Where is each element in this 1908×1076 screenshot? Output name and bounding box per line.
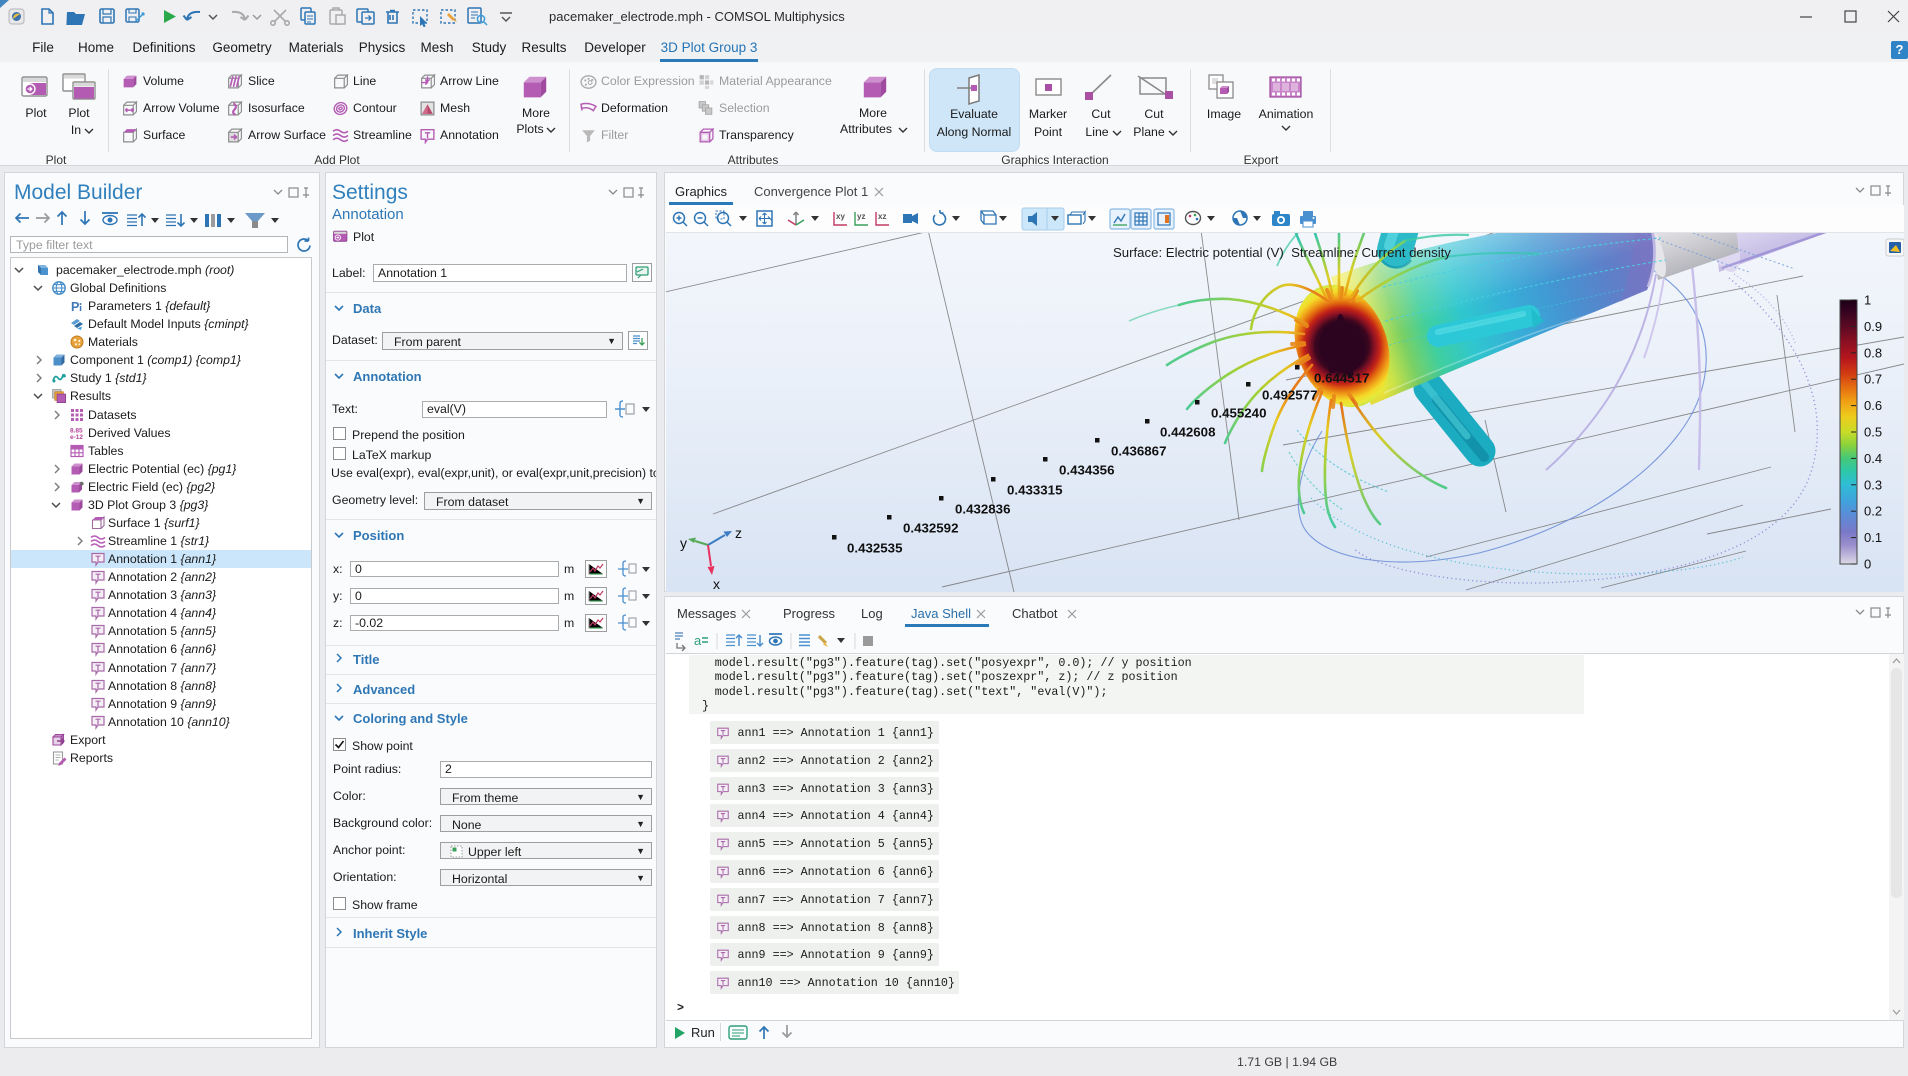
svg-text:0.5: 0.5 [1864,425,1882,440]
svg-text:0.4: 0.4 [1864,451,1882,466]
svg-text:z: z [735,525,742,541]
svg-text:yz: yz [857,212,865,221]
svg-text:0.432535: 0.432535 [847,541,903,556]
svg-text:0.492577: 0.492577 [1262,388,1317,403]
svg-text:a: a [694,633,702,648]
svg-text:xy: xy [836,212,845,221]
svg-text:0.6: 0.6 [1864,398,1882,413]
svg-text:P: P [71,300,79,314]
svg-text:0.432592: 0.432592 [903,521,958,536]
svg-text:0: 0 [1864,557,1871,572]
svg-text:x: x [713,576,720,592]
svg-text:0.8: 0.8 [1864,345,1882,360]
svg-text:0.644517: 0.644517 [1314,371,1369,386]
svg-text:Surface: Electric potential (V: Surface: Electric potential (V) Streamli… [1113,245,1451,260]
svg-text:0.2: 0.2 [1864,504,1882,519]
svg-text:0.455240: 0.455240 [1211,406,1266,421]
svg-text:0.9: 0.9 [1864,319,1882,334]
svg-text:0.433315: 0.433315 [1007,483,1063,498]
svg-text:1: 1 [1864,293,1871,308]
svg-text:0.436867: 0.436867 [1111,444,1166,459]
svg-text:xz: xz [878,212,886,221]
svg-text:0.432836: 0.432836 [955,502,1010,517]
svg-text:y: y [680,535,687,551]
svg-text:0.7: 0.7 [1864,372,1882,387]
svg-text:e-12: e-12 [70,434,83,441]
svg-text:0.434356: 0.434356 [1059,463,1114,478]
svg-text:0.1: 0.1 [1864,530,1882,545]
svg-text:0.442608: 0.442608 [1160,425,1215,440]
svg-text:0.3: 0.3 [1864,477,1882,492]
